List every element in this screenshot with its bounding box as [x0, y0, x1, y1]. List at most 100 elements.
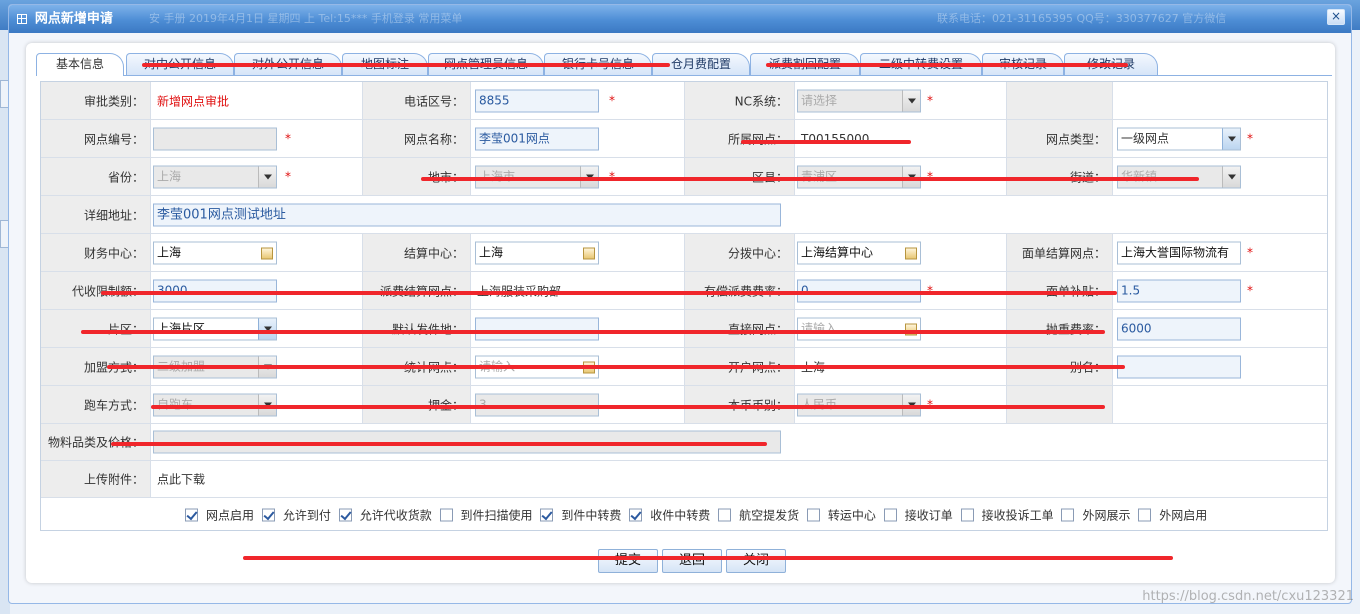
close-icon[interactable]: × — [1327, 9, 1345, 25]
checkbox[interactable] — [806, 508, 820, 521]
required-mark: * — [1247, 130, 1253, 145]
site-type-select[interactable]: 一级网点 — [1117, 127, 1241, 150]
area-code-label: 电话区号： — [363, 82, 471, 119]
province-value: 上海 — [157, 169, 182, 183]
title-noise-right: 联系电话：021-31165395 QQ号：330377627 官方微信 — [937, 12, 1227, 25]
check-transit-center[interactable]: 转运中心 — [806, 506, 876, 523]
site-name-input[interactable]: 李莹001网点 — [475, 127, 599, 150]
check-arrival-transfer-fee[interactable]: 到件中转费 — [540, 506, 621, 523]
form-panel: 基本信息 对内公开信息 对外公开信息 地图标注 网点管理员信息 银行卡号信息 仓… — [26, 43, 1335, 583]
area-code-cell: 8855 * — [471, 82, 685, 119]
finance-center-label: 财务中心： — [41, 234, 151, 271]
dialog-title: 网点新增申请 — [34, 11, 113, 27]
site-apply-dialog: 网点新增申请 安 手册 2019年4月1日 星期四 上 Tel:15*** 手机… — [8, 4, 1352, 604]
empty-cell — [1113, 386, 1327, 423]
province-label: 省份： — [41, 158, 151, 195]
face-settle-label: 面单结算网点： — [1007, 234, 1113, 271]
finance-center-input[interactable]: 上海 — [153, 241, 277, 264]
dialog-titlebar[interactable]: 网点新增申请 安 手册 2019年4月1日 星期四 上 Tel:15*** 手机… — [9, 5, 1351, 33]
site-code-label: 网点编号： — [41, 120, 151, 157]
redaction-line — [81, 330, 1105, 334]
address-cell: 李莹001网点测试地址 — [151, 196, 1327, 233]
checkbox[interactable] — [960, 508, 974, 521]
tab-basic-info[interactable]: 基本信息 — [36, 53, 124, 76]
picker-icon[interactable] — [583, 247, 595, 259]
audit-type-cell: 新增网点审批 — [151, 82, 363, 119]
face-subsidy-input[interactable]: 1.5 — [1117, 279, 1241, 302]
default-send-label: 默认发件地： — [363, 310, 471, 347]
redaction-line — [741, 140, 911, 144]
check-air-delivery[interactable]: 航空提发货 — [718, 506, 799, 523]
form-row: 详细地址： 李莹001网点测试地址 — [41, 196, 1327, 234]
picker-icon[interactable] — [261, 247, 273, 259]
address-input[interactable]: 李莹001网点测试地址 — [153, 203, 781, 226]
title-noise-left: 安 手册 2019年4月1日 星期四 上 Tel:15*** 手机登录 常用菜单 — [149, 12, 463, 25]
run-method-label: 跑车方式： — [41, 386, 151, 423]
site-name-label: 网点名称： — [363, 120, 471, 157]
face-settle-input[interactable]: 上海大誉国际物流有 — [1117, 241, 1241, 264]
watermark: https://blog.csdn.net/cxu123321 — [1142, 589, 1354, 604]
required-mark: * — [927, 92, 933, 107]
check-site-enable[interactable]: 网点启用 — [185, 506, 254, 523]
checkbox[interactable] — [338, 508, 352, 521]
checkbox[interactable] — [629, 508, 643, 521]
branch-center-value: 上海结算中心 — [801, 245, 874, 259]
checkbox[interactable] — [439, 508, 453, 521]
download-link[interactable]: 点此下载 — [157, 471, 205, 488]
checkbox[interactable] — [1138, 508, 1152, 521]
region-label: 片区： — [41, 310, 151, 347]
site-code-input[interactable] — [153, 127, 277, 150]
nc-system-cell: 请选择 * — [795, 82, 1007, 119]
nc-system-select[interactable]: 请选择 — [797, 89, 921, 112]
picker-icon[interactable] — [905, 247, 917, 259]
default-send-cell — [471, 310, 685, 347]
alias-input[interactable] — [1117, 355, 1241, 378]
audit-type-value: 新增网点审批 — [157, 94, 230, 108]
redaction-line — [421, 177, 1199, 181]
weight-ratio-input[interactable]: 6000 — [1117, 317, 1241, 340]
required-mark: * — [1247, 282, 1253, 297]
chevron-down-icon[interactable] — [258, 166, 276, 187]
province-cell: 上海 * — [151, 158, 363, 195]
check-receive-transfer-fee[interactable]: 收件中转费 — [629, 506, 710, 523]
settle-center-input[interactable]: 上海 — [475, 241, 599, 264]
site-type-cell: 一级网点 * — [1113, 120, 1327, 157]
submit-button[interactable]: 提交 — [598, 549, 658, 573]
check-external-enable[interactable]: 外网启用 — [1138, 506, 1207, 523]
checkbox[interactable] — [883, 508, 897, 521]
branch-center-label: 分拨中心： — [685, 234, 795, 271]
redaction-line — [243, 556, 1173, 560]
site-code-cell: * — [151, 120, 363, 157]
default-send-input[interactable] — [475, 317, 599, 340]
region-select[interactable]: 上海片区 — [153, 317, 277, 340]
tab-underline — [36, 75, 1332, 76]
site-type-label: 网点类型： — [1007, 120, 1113, 157]
chevron-down-icon[interactable] — [1222, 166, 1240, 187]
branch-center-input[interactable]: 上海结算中心 — [797, 241, 921, 264]
region-cell: 上海片区 — [151, 310, 363, 347]
back-button[interactable]: 退回 — [662, 549, 722, 573]
face-settle-cell: 上海大誉国际物流有 * — [1113, 234, 1327, 271]
check-allow-cod-pay[interactable]: 允许到付 — [261, 506, 331, 523]
check-external-display[interactable]: 外网展示 — [1061, 506, 1130, 523]
chevron-down-icon[interactable] — [1222, 128, 1240, 149]
upload-label: 上传附件： — [41, 461, 151, 497]
chevron-down-icon[interactable] — [258, 318, 276, 339]
superior-site-input[interactable]: 请输入 — [797, 317, 921, 340]
area-code-input[interactable]: 8855 — [475, 89, 599, 112]
chevron-down-icon[interactable] — [902, 90, 920, 111]
settle-center-value: 上海 — [479, 245, 504, 259]
checkbox[interactable] — [1061, 508, 1075, 521]
check-receive-orders[interactable]: 接收订单 — [883, 506, 953, 523]
checkbox[interactable] — [540, 508, 554, 521]
check-receive-complaints[interactable]: 接收投诉工单 — [960, 506, 1054, 523]
province-select[interactable]: 上海 — [153, 165, 277, 188]
superior-site-label: 直接网点： — [685, 310, 795, 347]
close-button[interactable]: 关闭 — [726, 549, 786, 573]
check-allow-collect[interactable]: 允许代收货款 — [338, 506, 432, 523]
address-label: 详细地址： — [41, 196, 151, 233]
checkbox[interactable] — [261, 508, 275, 521]
check-arrival-scan[interactable]: 到件扫描使用 — [439, 506, 533, 523]
checkbox[interactable] — [718, 508, 732, 521]
checkbox[interactable] — [185, 508, 198, 521]
